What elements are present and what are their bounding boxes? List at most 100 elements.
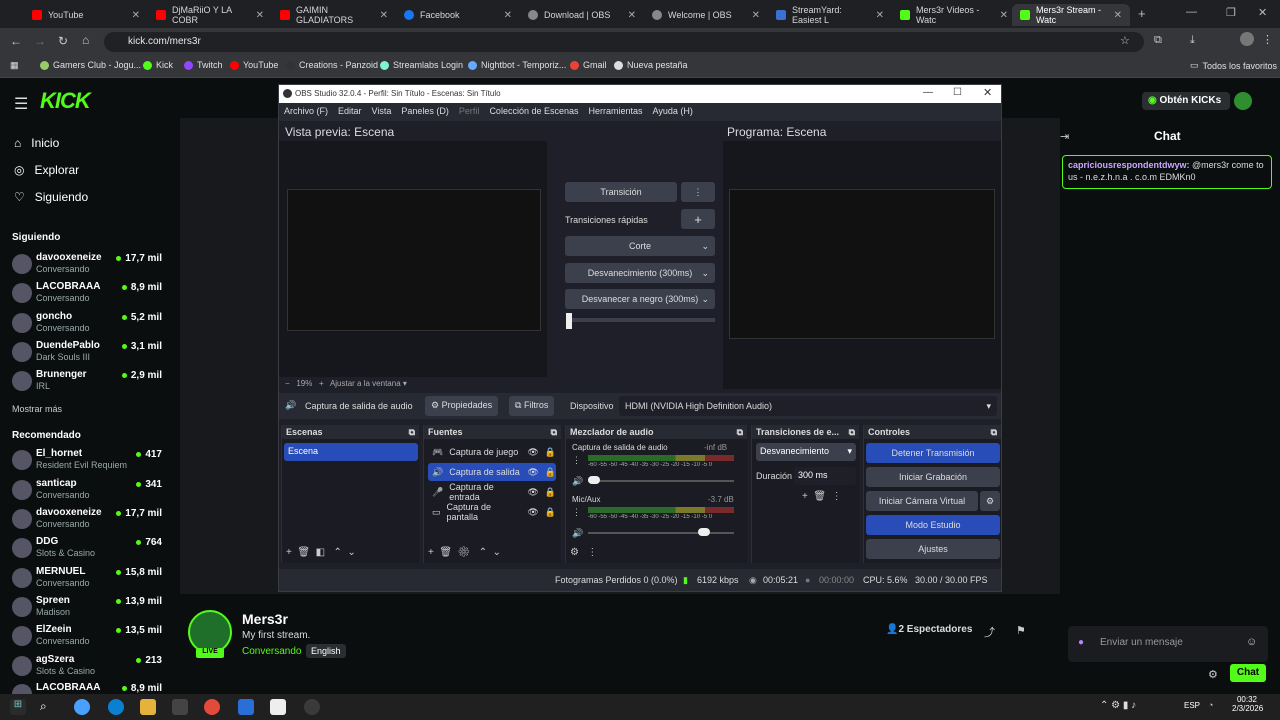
browser-tab[interactable]: Download | OBS ✕ — [520, 4, 644, 26]
menu-dots-icon[interactable]: ⋮ — [572, 455, 581, 466]
trash-icon[interactable]: 🗑 — [297, 547, 310, 558]
transition-select[interactable]: Desvanecimiento ▾ — [756, 443, 856, 461]
language-tag[interactable]: English — [306, 644, 346, 658]
menu-dots-icon[interactable]: ⋮ — [1262, 33, 1273, 46]
dock-undock-icon[interactable]: ⧉ — [551, 427, 557, 438]
close-tab-icon[interactable]: ✕ — [132, 10, 140, 21]
volume-slider[interactable] — [588, 532, 734, 534]
menu-profile[interactable]: Perfil — [454, 103, 485, 119]
source-item-selected[interactable]: 🔊Captura de salida de👁🔒 — [428, 463, 556, 481]
hamburger-menu-icon[interactable]: ☰ — [14, 94, 28, 114]
channel-item[interactable]: Spreen Madison 13,9 mil — [12, 595, 162, 621]
start-virtual-camera-button[interactable]: Iniciar Cámara Virtual — [866, 491, 978, 511]
collapse-chat-icon[interactable]: ⇥ — [1060, 130, 1069, 143]
close-tab-icon[interactable]: ✕ — [752, 10, 760, 21]
dock-undock-icon[interactable]: ⧉ — [991, 427, 997, 438]
browser-tab[interactable]: DjMaRiiO Y LA COBR ✕ — [148, 4, 272, 26]
search-icon[interactable]: ⌕ — [40, 699, 56, 715]
maximize-icon[interactable]: ☐ — [953, 87, 962, 98]
volume-slider-handle[interactable] — [588, 476, 600, 484]
menu-edit[interactable]: Editar — [333, 103, 367, 119]
browser-tab-active[interactable]: Mers3r Stream - Watc ✕ — [1012, 4, 1130, 26]
nav-explore[interactable]: ◎ Explorar — [14, 163, 79, 177]
maximize-icon[interactable]: ❐ — [1226, 6, 1236, 19]
channel-item[interactable]: davooxeneize Conversando 17,7 mil — [12, 252, 162, 278]
close-tab-icon[interactable]: ✕ — [380, 10, 388, 21]
bookmark-item[interactable]: Gamers Club - Jogu... — [40, 60, 141, 70]
network-icon[interactable]: ◔ — [1208, 700, 1213, 710]
duration-input[interactable]: 300 ms — [794, 467, 856, 485]
home-icon[interactable]: ⌂ — [82, 33, 89, 47]
menu-dots-icon[interactable]: ⋮ — [572, 507, 581, 518]
channel-item[interactable]: davooxeneize Conversando 17,7 mil — [12, 507, 162, 533]
bookmark-item[interactable]: YouTube — [230, 60, 278, 70]
extensions-icon[interactable]: ⧉ — [1154, 34, 1162, 47]
close-tab-icon[interactable]: ✕ — [628, 10, 636, 21]
browser-tab[interactable]: Facebook ✕ — [396, 4, 520, 26]
emoji-icon[interactable]: ☺ — [1246, 636, 1257, 648]
close-window-icon[interactable]: ✕ — [1258, 6, 1267, 19]
nav-following[interactable]: ♡ Siguiendo — [14, 190, 88, 204]
clock[interactable]: 00:32 2/3/2026 — [1232, 695, 1263, 713]
kick-logo[interactable]: KICK — [40, 88, 91, 114]
add-icon[interactable]: + — [428, 547, 434, 558]
gear-icon[interactable]: ⚙ — [980, 491, 1000, 511]
bookmark-star-icon[interactable]: ☆ — [1120, 34, 1130, 47]
chat-send-button[interactable]: Chat — [1230, 664, 1266, 682]
lock-icon[interactable]: 🔒 — [545, 507, 556, 518]
source-item[interactable]: ▭ Captura de pantalla 👁 🔒 — [428, 502, 556, 522]
bookmark-item[interactable]: Nueva pestaña — [614, 60, 688, 70]
channel-item[interactable]: LACOBRAAA Conversando 8,9 mil — [12, 281, 162, 307]
menu-docks[interactable]: Paneles (D) — [396, 103, 454, 119]
mic-icon[interactable]: ● — [1078, 637, 1084, 648]
dock-undock-icon[interactable]: ⧉ — [409, 427, 415, 438]
dock-undock-icon[interactable]: ⧉ — [737, 427, 743, 438]
back-icon[interactable]: ← — [10, 34, 22, 48]
chrome-icon[interactable] — [204, 699, 220, 715]
menu-help[interactable]: Ayuda (H) — [648, 103, 698, 119]
get-kicks-button[interactable]: ◉ Obtén KICKs — [1142, 92, 1230, 110]
fade-transition-button[interactable]: Desvanecimiento (300ms) ⌄ — [565, 263, 715, 283]
channel-item[interactable]: LACOBRAAA 8,9 mil — [12, 682, 162, 694]
browser-tab[interactable]: StreamYard: Easiest L ✕ — [768, 4, 892, 26]
browser-tab[interactable]: Mers3r Videos - Watc ✕ — [892, 4, 1016, 26]
obs-taskbar-icon[interactable] — [304, 699, 320, 715]
volume-slider[interactable] — [588, 480, 734, 482]
new-tab-icon[interactable]: + — [1138, 6, 1146, 21]
bookmark-item[interactable]: Kick — [143, 60, 173, 70]
move-down-icon[interactable]: ⌄ — [347, 547, 355, 558]
channel-item[interactable]: Brunenger IRL 2,9 mil — [12, 369, 162, 395]
dock-undock-icon[interactable]: ⧉ — [849, 427, 855, 438]
channel-item[interactable]: agSzera Slots & Casino 213 — [12, 654, 162, 680]
eye-icon[interactable]: 👁 — [527, 467, 538, 478]
filter-icon[interactable]: ◧ — [316, 547, 325, 558]
device-select[interactable]: HDMI (NVIDIA High Definition Audio) ▾ — [619, 396, 997, 416]
close-tab-icon[interactable]: ✕ — [1114, 10, 1122, 21]
speaker-icon[interactable]: 🔊 — [572, 528, 583, 539]
move-up-icon[interactable]: ⌃ — [479, 547, 487, 558]
eye-icon[interactable]: 👁 — [527, 507, 538, 518]
transition-button[interactable]: Transición — [565, 182, 677, 202]
add-icon[interactable]: + — [802, 491, 808, 502]
lock-icon[interactable]: 🔒 — [545, 487, 556, 498]
channel-item[interactable]: ElZeein Conversando 13,5 mil — [12, 624, 162, 650]
stop-streaming-button[interactable]: Detener Transmisión — [866, 443, 1000, 463]
forward-icon[interactable]: → — [34, 34, 46, 48]
menu-scene-collection[interactable]: Colección de Escenas — [484, 103, 583, 119]
close-tab-icon[interactable]: ✕ — [1000, 10, 1008, 21]
move-down-icon[interactable]: ⌄ — [493, 547, 501, 558]
minimize-icon[interactable]: — — [923, 87, 933, 98]
bookmark-item[interactable]: Gmail — [570, 60, 607, 70]
add-quick-transition-icon[interactable]: + — [681, 209, 715, 229]
file-explorer-icon[interactable] — [140, 699, 156, 715]
transition-menu-icon[interactable]: ⋮ — [681, 182, 715, 202]
copilot-icon[interactable] — [74, 699, 90, 715]
add-icon[interactable]: + — [286, 547, 292, 558]
cut-transition-button[interactable]: Corte ⌄ — [565, 236, 715, 256]
filters-button[interactable]: ⧉ Filtros — [509, 396, 555, 416]
preview-canvas[interactable] — [287, 189, 541, 331]
close-tab-icon[interactable]: ✕ — [876, 10, 884, 21]
share-icon[interactable]: ⤴ — [984, 624, 995, 640]
bookmark-item[interactable]: Creations - Panzoid — [286, 60, 378, 70]
channel-item[interactable]: MERNUEL Conversando 15,8 mil — [12, 566, 162, 592]
